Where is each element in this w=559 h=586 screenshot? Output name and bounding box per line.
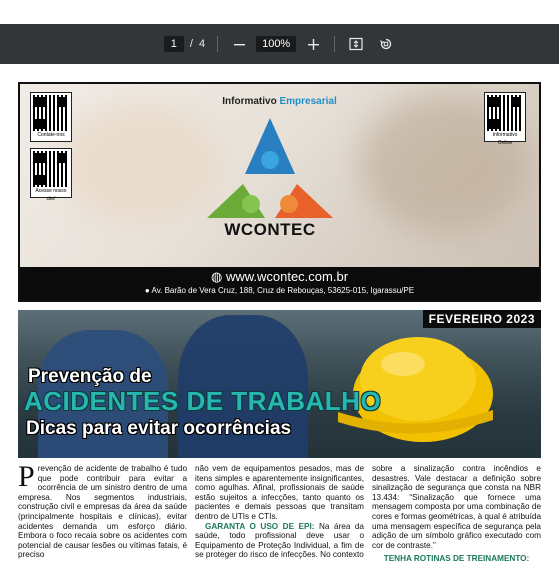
top-strip [0,0,559,24]
globe-icon: ◍ [210,269,223,284]
fit-page-icon[interactable] [347,35,365,53]
paragraph: não vem de equipamentos pesados, mas de … [195,464,364,521]
brand-name: WCONTEC [224,220,316,239]
paragraph: revenção de acidente de trabalho é tudo … [18,464,187,560]
qr-caption: Acesse nosso site! [35,188,67,202]
logo-triangle-icon [207,118,333,218]
pdf-toolbar: 1 / 4 100% [0,24,559,64]
qr-code-icon [33,151,69,187]
article-column-1: P revenção de acidente de trabalho é tud… [18,464,187,586]
page-separator: / [189,38,193,50]
article-column-2: não vem de equipamentos pesados, mas de … [195,464,364,586]
rotate-icon[interactable] [377,35,395,53]
article-body: P revenção de acidente de trabalho é tud… [18,464,541,586]
article-title-line1: Prevenção de [28,366,152,387]
article-column-3: sobre a sinalização contra incêndios e d… [372,464,541,586]
drop-cap: P [18,464,35,493]
section-subhead: TENHA ROTINAS DE TREINAMENTO: [383,554,530,564]
edition-badge: FEVEREIRO 2023 [422,310,541,328]
toolbar-divider [217,36,219,52]
zoom-level-input[interactable]: 100% [256,36,297,52]
banner-contact-bar: ◍ www.wcontec.com.br ● Av. Barão de Vera… [20,267,539,300]
paragraph: sobre a sinalização contra incêndios e d… [372,464,541,550]
plus-icon[interactable] [304,35,322,53]
wcontec-logo: WCONTEC [205,116,335,246]
hard-hat-icon [338,337,493,442]
page-number-input[interactable]: 1 [163,36,184,52]
article-title-main: ACIDENTES DE TRABALHO [24,386,382,416]
article-subtitle: Dicas para evitar ocorrências [26,418,292,439]
qr-code-site: Acesse nosso site! [30,148,72,202]
location-pin-icon: ● [144,286,150,295]
banner-title: Informativo Empresarial [222,96,337,107]
website-link[interactable]: ◍ www.wcontec.com.br [20,269,539,285]
document-viewer[interactable]: Contate-nos Acesse nosso site! Informati… [0,64,559,586]
section-subhead: GARANTA O USO DE EPI: [205,521,315,531]
minus-icon[interactable] [230,35,248,53]
address-line: ● Av. Barão de Vera Cruz, 188, Cruz de R… [144,286,415,295]
article-hero-image: FEVEREIRO 2023 Prevenção de ACIDENTES DE… [18,310,541,458]
pdf-page: Contate-nos Acesse nosso site! Informati… [18,82,541,586]
page-total: 4 [198,38,206,50]
header-banner: Contate-nos Acesse nosso site! Informati… [18,82,541,302]
qr-caption: Contate-nos [37,132,65,138]
toolbar-divider [334,36,336,52]
qr-caption: Informativo Online [492,132,518,146]
